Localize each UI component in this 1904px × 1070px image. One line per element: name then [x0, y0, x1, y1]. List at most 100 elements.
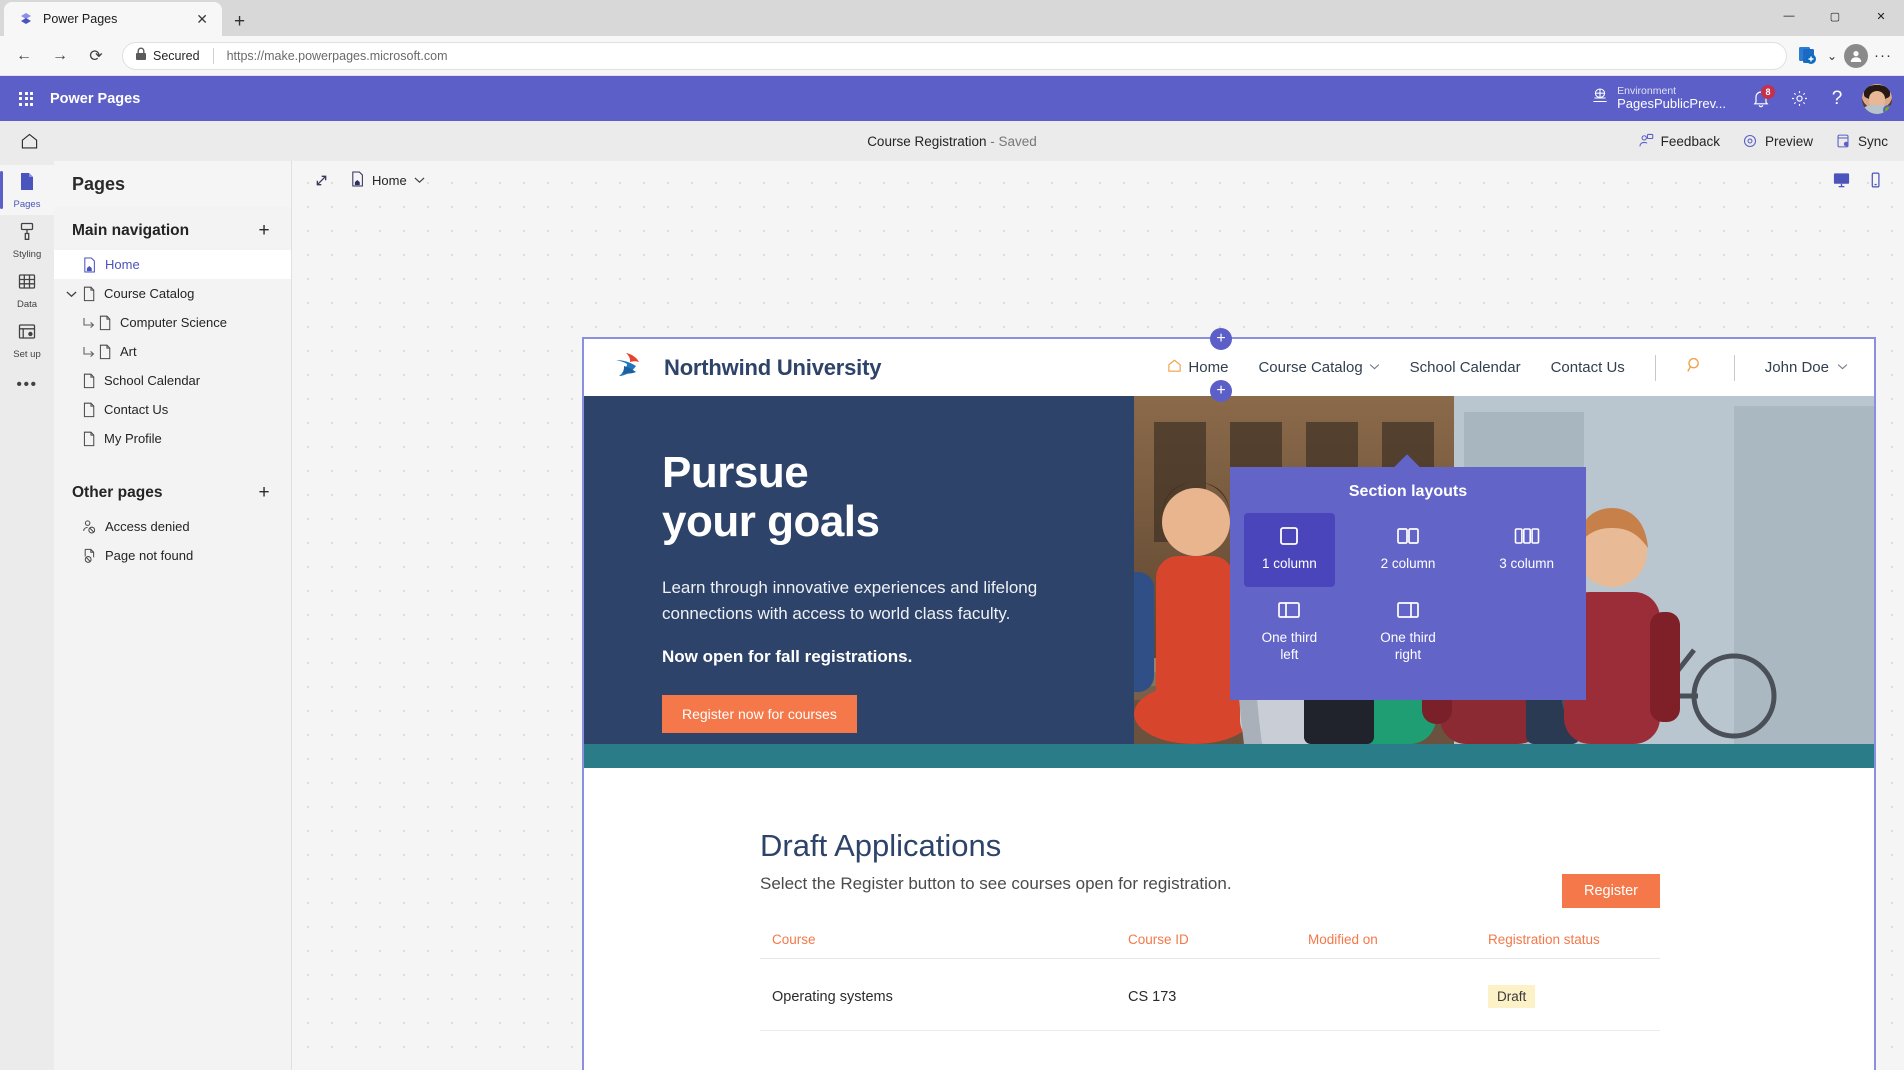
- browser-tab-title: Power Pages: [43, 12, 118, 26]
- help-button[interactable]: ?: [1818, 80, 1856, 118]
- status-badge: Draft: [1488, 985, 1536, 1008]
- panel-title: Pages: [72, 173, 126, 194]
- site-nav-contact-us[interactable]: Contact Us: [1551, 359, 1625, 376]
- window-close-icon[interactable]: ✕: [1858, 0, 1904, 32]
- device-toggle-group: [1826, 166, 1904, 194]
- site-nav-home[interactable]: Home: [1167, 358, 1228, 377]
- column-header-course-id[interactable]: Course ID: [1128, 932, 1308, 947]
- sidebar-item-school-calendar[interactable]: School Calendar: [54, 366, 291, 395]
- browser-more-icon[interactable]: ···: [1874, 47, 1892, 64]
- layout-option-one-third-left[interactable]: One third left: [1230, 587, 1349, 678]
- layout-option-2-column[interactable]: 2 column: [1349, 513, 1468, 587]
- command-bar: Course Registration - Saved Feedback Pre…: [0, 121, 1904, 161]
- hero-heading-line2: your goals: [662, 497, 880, 547]
- collections-icon[interactable]: [1797, 45, 1821, 67]
- section-subtext: Select the Register button to see course…: [760, 874, 1232, 893]
- save-status: - Saved: [990, 133, 1037, 149]
- table-row[interactable]: Operating systems CS 173 Draft: [760, 959, 1660, 1031]
- section-layouts-grid: 1 column 2 column 3 column One third lef…: [1230, 513, 1586, 678]
- site-nav-school-calendar[interactable]: School Calendar: [1410, 359, 1521, 376]
- sidebar-item-art[interactable]: Art: [54, 337, 291, 366]
- sidebar-item-my-profile[interactable]: My Profile: [54, 424, 291, 453]
- browser-tab-bar: Power Pages ✕ + — ▢ ✕: [0, 0, 1904, 36]
- nav-row: Access denied: [54, 512, 291, 541]
- close-icon[interactable]: ✕: [192, 10, 212, 28]
- home-icon: [1167, 358, 1182, 377]
- site-logo[interactable]: Northwind University: [612, 350, 881, 385]
- three-column-icon: [1514, 525, 1540, 547]
- sidebar-item-computer-science[interactable]: Computer Science: [54, 308, 291, 337]
- site-user-menu[interactable]: John Doe: [1765, 359, 1848, 376]
- canvas-toolbar: Home: [292, 161, 1904, 199]
- new-tab-button[interactable]: +: [234, 12, 245, 31]
- user-avatar[interactable]: [1862, 83, 1892, 114]
- add-main-nav-page-button[interactable]: +: [253, 221, 275, 240]
- forward-icon[interactable]: →: [44, 40, 76, 72]
- waffle-icon[interactable]: [8, 81, 44, 117]
- sidebar-item-course-catalog[interactable]: Course Catalog: [54, 279, 291, 308]
- layout-option-1-column[interactable]: 1 column: [1244, 513, 1335, 587]
- sidebar-item-course-catalog-label: Course Catalog: [104, 286, 195, 301]
- mobile-icon[interactable]: [1860, 166, 1890, 194]
- notifications-button[interactable]: 8: [1742, 80, 1780, 118]
- add-section-button-top[interactable]: +: [1210, 328, 1232, 350]
- document-icon: [82, 402, 96, 418]
- register-button[interactable]: Register: [1562, 874, 1660, 908]
- cell-course: Operating systems: [772, 988, 893, 1005]
- sidebar-item-home[interactable]: Home: [54, 250, 291, 279]
- rail-more-button[interactable]: •••: [0, 365, 54, 405]
- preview-button[interactable]: Preview: [1742, 133, 1813, 149]
- divider: [1654, 354, 1656, 381]
- column-header-registration-status[interactable]: Registration status: [1488, 932, 1660, 947]
- site-lower-section: Draft Applications Select the Register b…: [584, 768, 1874, 1031]
- hero-cta-button[interactable]: Register now for courses: [662, 695, 857, 734]
- sidebar-item-art-label: Art: [120, 344, 137, 359]
- layout-option-one-third-right-label: One third right: [1380, 629, 1436, 662]
- maximize-icon[interactable]: ▢: [1812, 0, 1858, 32]
- add-other-page-button[interactable]: +: [253, 483, 275, 502]
- two-column-icon: [1396, 525, 1420, 547]
- security-status: Secured: [135, 47, 200, 64]
- browser-toolbar-right: ⌄ ···: [1797, 43, 1896, 68]
- rail-item-styling[interactable]: Styling: [0, 215, 54, 265]
- chevron-down-icon[interactable]: [62, 279, 80, 308]
- editor-canvas: Home Northwind University Home Course Ca…: [292, 161, 1904, 1070]
- access-denied-icon: [82, 519, 97, 535]
- sidebar-item-page-not-found[interactable]: Page not found: [54, 541, 291, 570]
- feedback-button[interactable]: Feedback: [1638, 133, 1720, 149]
- other-pages-header: Other pages +: [54, 453, 291, 512]
- pages-panel: Pages Main navigation + Home Course Cata…: [54, 161, 292, 1070]
- home-button[interactable]: [0, 121, 58, 161]
- minimize-icon[interactable]: —: [1766, 0, 1812, 32]
- rail-item-data[interactable]: Data: [0, 265, 54, 315]
- reload-icon[interactable]: ⟳: [80, 40, 112, 72]
- column-header-course[interactable]: Course: [760, 932, 1128, 947]
- layout-option-one-third-right[interactable]: One third right: [1349, 587, 1468, 678]
- sidebar-item-access-denied[interactable]: Access denied: [54, 512, 291, 541]
- divider: [212, 47, 214, 64]
- secured-label: Secured: [153, 48, 200, 63]
- browser-profile-avatar[interactable]: [1844, 43, 1868, 68]
- address-bar[interactable]: Secured https://make.powerpages.microsof…: [122, 41, 1787, 70]
- chevron-down-icon[interactable]: ⌄: [1827, 49, 1838, 63]
- settings-button[interactable]: [1780, 80, 1818, 118]
- search-icon[interactable]: [1686, 356, 1704, 379]
- desktop-icon[interactable]: [1826, 166, 1856, 194]
- column-header-modified-on[interactable]: Modified on: [1308, 932, 1488, 947]
- browser-tab[interactable]: Power Pages ✕: [4, 2, 222, 36]
- notification-badge: 8: [1761, 84, 1775, 99]
- sync-button[interactable]: Sync: [1835, 133, 1888, 149]
- layout-option-3-column[interactable]: 3 column: [1467, 513, 1586, 587]
- site-nav-course-catalog[interactable]: Course Catalog: [1258, 359, 1379, 376]
- environment-selector[interactable]: Environment PagesPublicPrev...: [1591, 85, 1726, 112]
- nav-row: Contact Us: [54, 395, 291, 424]
- rail-item-setup[interactable]: Set up: [0, 315, 54, 365]
- sidebar-item-contact-us[interactable]: Contact Us: [54, 395, 291, 424]
- expand-icon[interactable]: [306, 166, 336, 194]
- canvas-page-label: Home: [372, 172, 407, 188]
- globe-icon: [1591, 87, 1609, 110]
- rail-item-pages[interactable]: Pages: [0, 165, 54, 215]
- add-section-button-below-header[interactable]: +: [1210, 380, 1232, 402]
- canvas-page-selector[interactable]: Home: [342, 168, 433, 193]
- back-icon[interactable]: ←: [8, 40, 40, 72]
